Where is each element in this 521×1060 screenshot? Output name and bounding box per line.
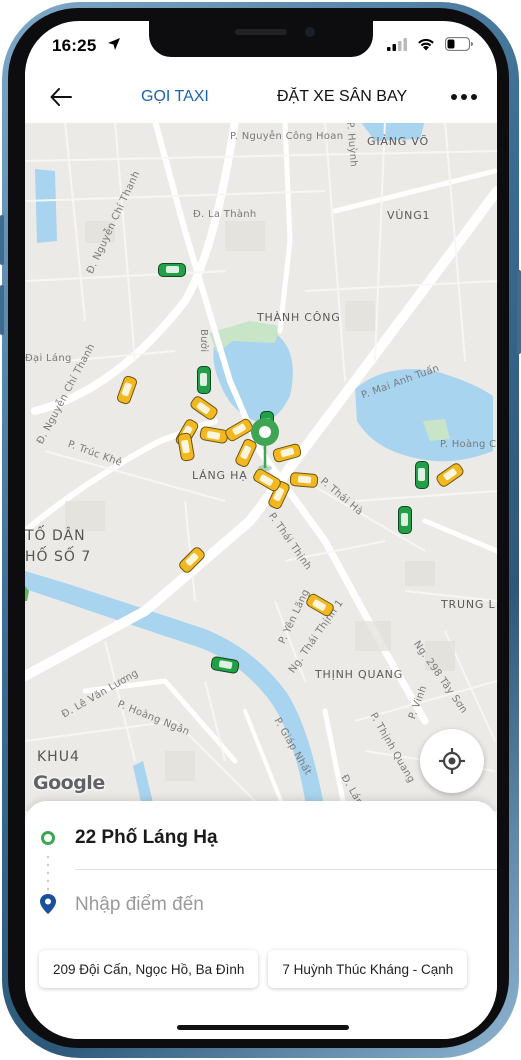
map-area-label: VÙNG1 bbox=[387, 209, 431, 222]
home-indicator bbox=[177, 1025, 349, 1030]
pickup-location-marker-icon bbox=[251, 418, 279, 471]
divider bbox=[75, 869, 497, 870]
route-connector bbox=[47, 853, 49, 893]
map-street-label: Đ. La Thành bbox=[193, 209, 257, 220]
front-camera bbox=[305, 27, 315, 37]
my-location-button[interactable] bbox=[420, 729, 484, 793]
pickup-dot-icon bbox=[41, 831, 55, 845]
more-options-icon[interactable] bbox=[449, 87, 479, 107]
map-street-label: Đại Láng bbox=[25, 353, 72, 364]
notch bbox=[149, 21, 373, 57]
speaker bbox=[235, 29, 287, 35]
destination-pin-icon bbox=[40, 894, 56, 914]
location-arrow-icon bbox=[108, 38, 120, 50]
map-area-label: HỐ SỐ 7 bbox=[25, 549, 92, 565]
tab-call-taxi[interactable]: GỌI TAXI bbox=[141, 88, 209, 106]
cellular-signal-icon bbox=[387, 38, 407, 51]
map-area-label: LÁNG HẠ bbox=[192, 469, 248, 482]
map-area-label: GIẢNG VÕ bbox=[367, 135, 429, 148]
pickup-address[interactable]: 22 Phố Láng Hạ bbox=[75, 827, 218, 849]
back-button[interactable] bbox=[47, 83, 75, 111]
tab-airport-booking[interactable]: ĐẶT XE SÂN BAY bbox=[277, 88, 407, 106]
map-street-label: Bưởi bbox=[198, 329, 209, 353]
taxi-car-icon bbox=[197, 366, 211, 394]
suggestion-list: 209 Đội Cấn, Ngọc Hồ, Ba Đình 7 Huỳnh Th… bbox=[39, 950, 468, 990]
battery-icon bbox=[445, 37, 473, 51]
map-area-label: THÀNH CÔNG bbox=[257, 311, 341, 324]
map-area-label: TRUNG L bbox=[441, 598, 496, 611]
app-screen: 16:25 GỌI TAXI ĐẶT XE SÂN BAY GIẢNG VÕ V… bbox=[25, 21, 497, 1039]
map-area-label: THỊNH QUANG bbox=[315, 668, 404, 681]
map-view[interactable]: GIẢNG VÕ VÙNG1 THÀNH CÔNG LÁNG HẠ TỐ DÂN… bbox=[25, 121, 497, 811]
taxi-car-icon bbox=[158, 263, 186, 277]
back-arrow-icon bbox=[50, 88, 72, 106]
taxi-car-icon bbox=[398, 506, 412, 534]
wifi-icon bbox=[418, 38, 434, 51]
suggestion-chip[interactable]: 209 Đội Cấn, Ngọc Hồ, Ba Đình bbox=[39, 950, 259, 988]
suggestion-chip[interactable]: 7 Huỳnh Thúc Kháng - Cạnh bbox=[268, 950, 468, 988]
destination-input[interactable]: Nhập điểm đến bbox=[75, 894, 204, 916]
google-attribution: Google bbox=[33, 772, 105, 794]
nav-header: GỌI TAXI ĐẶT XE SÂN BAY bbox=[25, 71, 497, 123]
phone-side-button bbox=[0, 215, 4, 265]
status-time: 16:25 bbox=[52, 36, 97, 55]
crosshair-icon bbox=[439, 748, 465, 774]
map-street-label: P. Hoàng Cầu bbox=[440, 439, 497, 450]
taxi-car-icon bbox=[415, 461, 429, 489]
phone-side-button bbox=[0, 285, 4, 335]
map-area-label: KHU4 bbox=[37, 749, 80, 765]
trip-sheet: 22 Phố Láng Hạ Nhập điểm đến 209 Đội Cấn… bbox=[25, 801, 497, 1039]
phone-side-button bbox=[517, 270, 521, 354]
taxi-car-icon bbox=[289, 471, 319, 489]
map-area-label: TỐ DÂN bbox=[25, 528, 86, 544]
map-street-label: P. Nguyễn Công Hoan bbox=[230, 131, 344, 142]
